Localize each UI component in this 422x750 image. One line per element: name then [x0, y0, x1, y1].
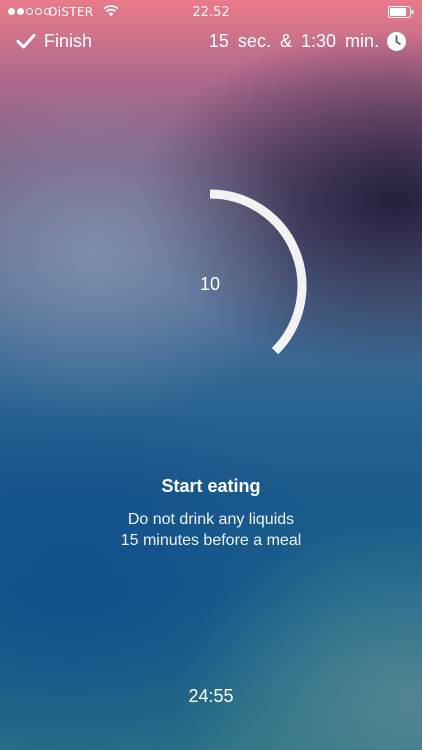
- countdown-value: 10: [199, 274, 221, 294]
- remaining-time: 24:55: [188, 686, 234, 706]
- battery-icon: [388, 6, 414, 18]
- clock-icon: [387, 31, 406, 51]
- message-line-2: 15 minutes before a meal: [120, 532, 302, 549]
- finish-button[interactable]: Finish: [16, 28, 92, 54]
- progress-arc: [209, 189, 307, 355]
- interval-text: 15 sec. & 1:30 min.: [208, 30, 379, 51]
- status-bar: OiSTER 22.52: [0, 0, 422, 24]
- message-line-1: Do not drink any liquids: [127, 511, 295, 528]
- finish-label: Finish: [44, 30, 93, 51]
- message-title: Start eating: [161, 476, 261, 496]
- checkmark-icon: [16, 34, 36, 49]
- interval-info[interactable]: 15 sec. & 1:30 min.: [209, 28, 406, 54]
- message-body: Do not drink any liquids 15 minutes befo…: [0, 509, 422, 551]
- status-time: 22.52: [192, 5, 230, 20]
- meal-timer-screen: OiSTER 22.52 Finish 15 sec. & 1:30 min. …: [0, 0, 422, 750]
